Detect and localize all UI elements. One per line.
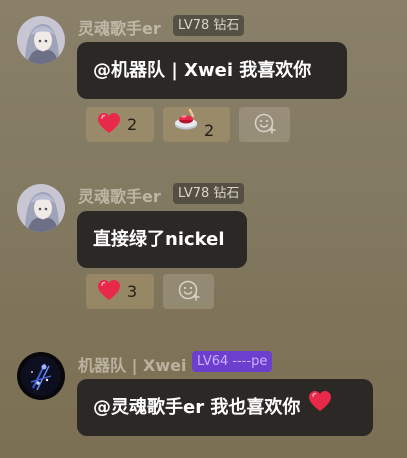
username[interactable]: 灵魂歌手er: [78, 183, 161, 207]
heart-icon: [97, 112, 121, 138]
message-bubble: @灵魂歌手er 我也喜欢你: [77, 379, 373, 436]
add-reaction-button[interactable]: [163, 274, 214, 309]
username[interactable]: 机器队 | Xwei: [78, 352, 186, 376]
level-badge: LV78 钻石: [173, 183, 245, 204]
username[interactable]: 灵魂歌手er: [78, 15, 161, 39]
reaction-heart[interactable]: 2: [86, 107, 154, 142]
reaction-count: 2: [127, 115, 138, 134]
level-badge: LV64 ----pe: [192, 351, 273, 372]
add-reaction-button[interactable]: [239, 107, 290, 142]
heart-emoji-icon: [308, 378, 332, 435]
button-icon: [174, 108, 198, 134]
level-badge: LV78 钻石: [173, 15, 245, 36]
message-text: @机器队 | Xwei 我喜欢你: [93, 60, 312, 81]
message-bubble: 直接绿了nickel: [77, 211, 247, 268]
message-bubble: @机器队 | Xwei 我喜欢你: [77, 42, 347, 99]
reaction-heart[interactable]: 3: [86, 274, 154, 309]
message-text: @灵魂歌手er 我也喜欢你: [93, 397, 301, 418]
heart-icon: [97, 279, 121, 305]
reaction-button[interactable]: 2: [163, 107, 230, 142]
add-emoji-icon: [253, 111, 277, 139]
avatar[interactable]: [17, 352, 65, 400]
reaction-count: 3: [127, 282, 138, 301]
message-text: 直接绿了nickel: [93, 229, 225, 250]
avatar[interactable]: [17, 16, 65, 64]
reaction-count: 2: [204, 121, 215, 140]
add-emoji-icon: [177, 278, 201, 306]
avatar[interactable]: [17, 184, 65, 232]
